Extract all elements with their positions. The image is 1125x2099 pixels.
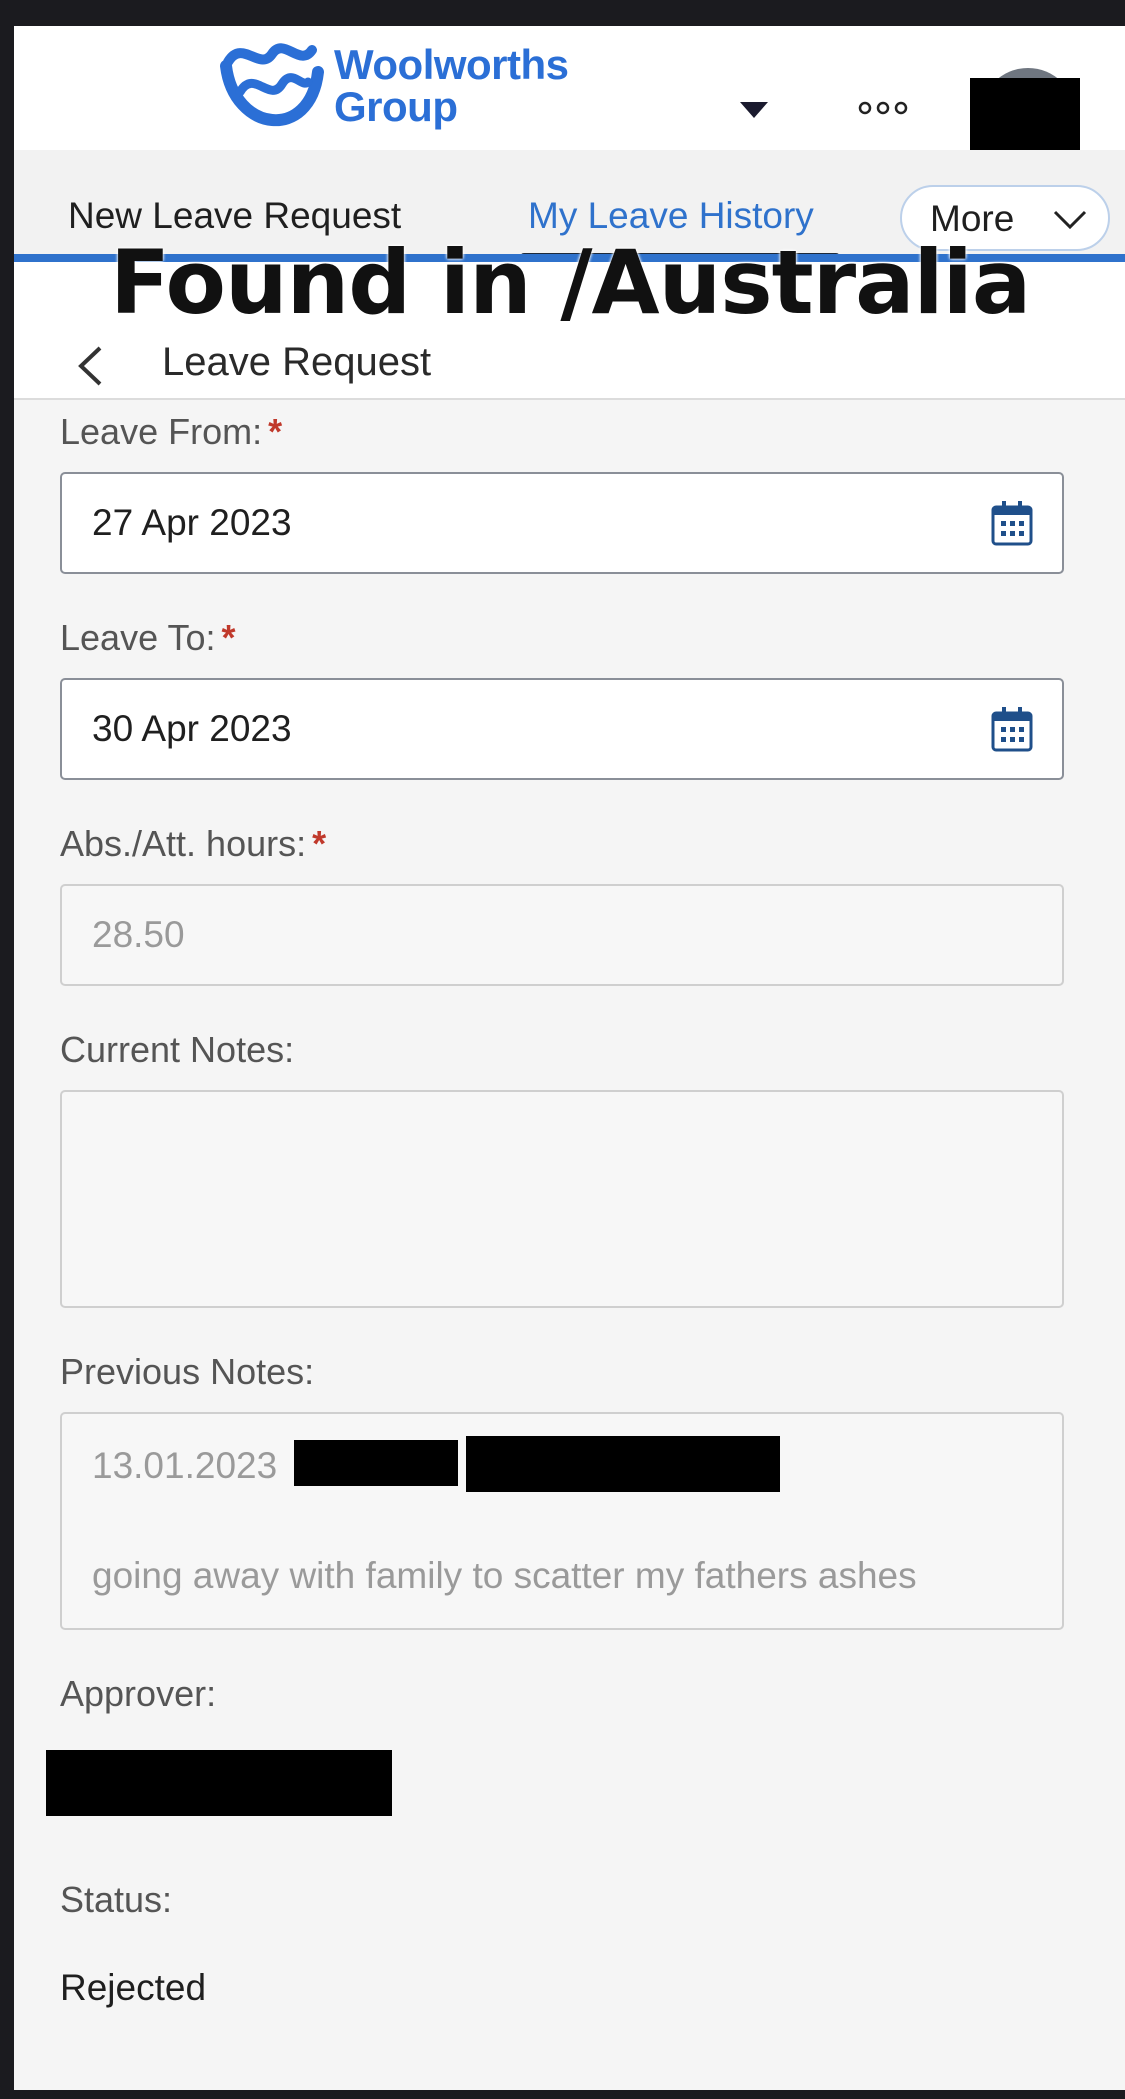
status-value: Rejected	[60, 1967, 207, 2008]
approver-redaction-block	[46, 1750, 392, 1816]
logo-wordmark: Woolworths Group	[334, 44, 569, 128]
previous-notes-date: 13.01.2023	[92, 1445, 278, 1486]
app-header: Woolworths Group	[14, 26, 1125, 164]
leave-from-value: 27 Apr 2023	[92, 502, 292, 543]
hours-label-text: Abs./Att. hours:	[60, 823, 307, 864]
required-marker: *	[221, 617, 236, 658]
calendar-icon[interactable]	[990, 499, 1034, 547]
status-label: Status:	[60, 1879, 173, 1920]
back-chevron-icon[interactable]	[76, 344, 104, 388]
woolworths-logo-mark-icon	[220, 43, 324, 127]
current-notes-textarea[interactable]	[60, 1090, 1064, 1308]
leave-to-label: Leave To: *	[60, 616, 235, 660]
previous-notes-label: Previous Notes:	[60, 1351, 315, 1392]
redaction-block	[466, 1436, 780, 1492]
woolworths-logo[interactable]: Woolworths Group	[214, 32, 614, 144]
hours-field: 28.50	[60, 884, 1064, 986]
page-title: Leave Request	[162, 340, 432, 384]
current-notes-label: Current Notes:	[60, 1029, 295, 1070]
leave-from-label: Leave From: *	[60, 410, 282, 454]
redaction-block	[970, 78, 1080, 150]
redaction-block	[294, 1440, 458, 1486]
calendar-icon[interactable]	[990, 705, 1034, 753]
leave-from-label-text: Leave From:	[60, 411, 263, 452]
previous-notes-text: going away with family to scatter my fat…	[92, 1555, 917, 1596]
logo-line-1: Woolworths	[334, 41, 569, 88]
hours-label: Abs./Att. hours: *	[60, 822, 326, 866]
watermark-caption: Found in /Australia	[110, 231, 1031, 334]
device-frame: Woolworths Group New Leave Request My Le…	[0, 0, 1125, 2099]
approver-label: Approver:	[60, 1673, 217, 1714]
required-marker: *	[312, 823, 327, 864]
required-marker: *	[268, 411, 283, 452]
app-screen: Woolworths Group New Leave Request My Le…	[14, 26, 1125, 2090]
logo-line-2: Group	[334, 83, 458, 130]
user-avatar[interactable]	[970, 52, 1080, 164]
leave-to-field[interactable]: 30 Apr 2023	[60, 678, 1064, 780]
caret-down-icon[interactable]	[738, 100, 770, 120]
previous-notes-box: 13.01.2023 going away with family to sca…	[60, 1412, 1064, 1630]
overflow-dots-icon[interactable]	[857, 100, 909, 116]
hours-value: 28.50	[92, 914, 185, 955]
leave-to-label-text: Leave To:	[60, 617, 216, 658]
leave-from-field[interactable]: 27 Apr 2023	[60, 472, 1064, 574]
leave-to-value: 30 Apr 2023	[92, 708, 292, 749]
